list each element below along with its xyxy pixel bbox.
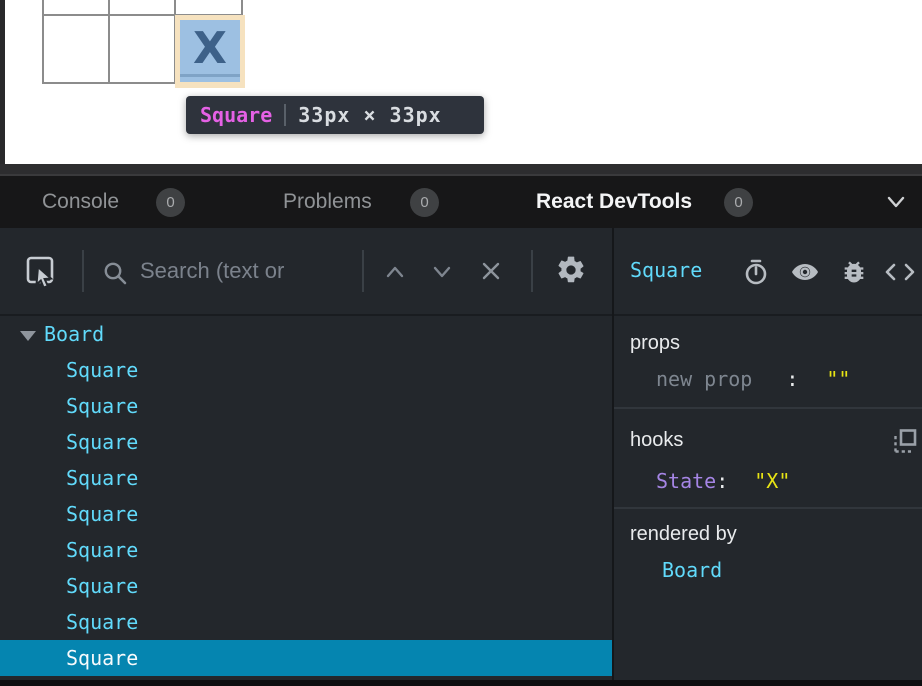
tree-item-label: Board	[44, 322, 104, 346]
tooltip-divider	[284, 104, 286, 126]
props-section-header: props	[630, 332, 680, 355]
cell-border-overlay	[180, 74, 240, 77]
tab-console[interactable]: Console	[42, 190, 119, 214]
screenshot-root: X Square 33px × 33px Console 0 Problems …	[0, 0, 922, 686]
clear-search-icon[interactable]	[480, 260, 502, 282]
tooltip-component-name: Square	[200, 103, 272, 127]
tree-item-square[interactable]: Square	[0, 460, 612, 496]
tab-react-devtools[interactable]: React DevTools	[536, 190, 692, 214]
devtools-toolbar: Square	[0, 228, 922, 316]
bug-icon[interactable]	[840, 258, 868, 286]
tree-item-label: Square	[66, 646, 138, 670]
element-size-tooltip: Square 33px × 33px	[186, 96, 484, 134]
square-value-x: X	[193, 27, 227, 75]
settings-gear-icon[interactable]	[555, 254, 587, 286]
triangle-down-icon[interactable]	[20, 331, 36, 341]
tree-item-square[interactable]: Square	[0, 388, 612, 424]
tree-item-square[interactable]: Square	[0, 352, 612, 388]
tree-item-label: Square	[66, 610, 138, 634]
hook-value-input[interactable]: "X"	[754, 469, 790, 493]
section-divider	[614, 407, 922, 409]
chevron-down-icon[interactable]	[884, 192, 908, 212]
board-square-cell[interactable]: X	[180, 20, 240, 82]
previous-match-icon[interactable]	[384, 264, 406, 280]
tree-item-label: Square	[66, 574, 138, 598]
tree-item-label: Square	[66, 466, 138, 490]
hook-name: State	[656, 469, 716, 493]
toolbar-divider	[82, 250, 84, 292]
component-tree: Board Square Square Square Square Square…	[0, 316, 612, 680]
rendered-by-board-link[interactable]: Board	[662, 558, 722, 582]
hooks-section-header: hooks	[630, 429, 683, 452]
problems-count-badge: 0	[410, 188, 439, 217]
devtools-tabbar: Console 0 Problems 0 React DevTools 0	[0, 174, 922, 228]
tree-item-label: Square	[66, 502, 138, 526]
code-brackets-icon[interactable]	[884, 260, 916, 284]
tree-item-square[interactable]: Square	[0, 604, 612, 640]
tree-item-label: Square	[66, 358, 138, 382]
new-prop-input[interactable]: new prop	[656, 367, 752, 391]
next-match-icon[interactable]	[431, 264, 453, 280]
search-input[interactable]	[140, 248, 352, 294]
tooltip-dimensions: 33px × 33px	[298, 103, 441, 127]
hook-row: State:"X"	[656, 469, 790, 493]
prop-row: new prop:""	[656, 367, 850, 391]
tree-item-square[interactable]: Square	[0, 496, 612, 532]
tree-item-square[interactable]: Square	[0, 568, 612, 604]
toolbar-divider	[362, 250, 364, 292]
inspector-pane: props new prop:"" hooks State:"X" render…	[614, 316, 922, 680]
tree-item-square[interactable]: Square	[0, 532, 612, 568]
tree-item-label: Square	[66, 430, 138, 454]
toolbar-divider	[531, 250, 533, 292]
react-devtools-count-badge: 0	[724, 188, 753, 217]
stopwatch-icon[interactable]	[742, 258, 770, 286]
inspect-element-icon[interactable]	[26, 256, 56, 288]
tree-item-square[interactable]: Square	[0, 424, 612, 460]
bottom-edge	[0, 680, 922, 686]
section-divider	[614, 507, 922, 509]
tree-item-square-selected[interactable]: Square	[0, 640, 612, 676]
grid-line	[108, 0, 110, 84]
console-count-badge: 0	[156, 188, 185, 217]
page-left-edge	[0, 0, 5, 164]
dashed-square-icon[interactable]	[892, 428, 918, 454]
devtools-top-strip	[0, 164, 922, 174]
tree-item-label: Square	[66, 394, 138, 418]
browser-page: X Square 33px × 33px	[0, 0, 922, 164]
tree-item-label: Square	[66, 538, 138, 562]
eye-icon[interactable]	[790, 260, 820, 284]
inspected-component-title: Square	[630, 258, 702, 282]
prop-value-input[interactable]: ""	[826, 367, 850, 391]
tab-problems[interactable]: Problems	[283, 190, 372, 214]
search-icon	[102, 260, 128, 286]
inspect-highlight-padding: X	[175, 15, 245, 88]
grid-line	[42, 0, 44, 84]
tree-item-board[interactable]: Board	[0, 316, 612, 352]
react-devtools-panel: Square	[0, 228, 922, 680]
rendered-by-section-header: rendered by	[630, 523, 737, 546]
